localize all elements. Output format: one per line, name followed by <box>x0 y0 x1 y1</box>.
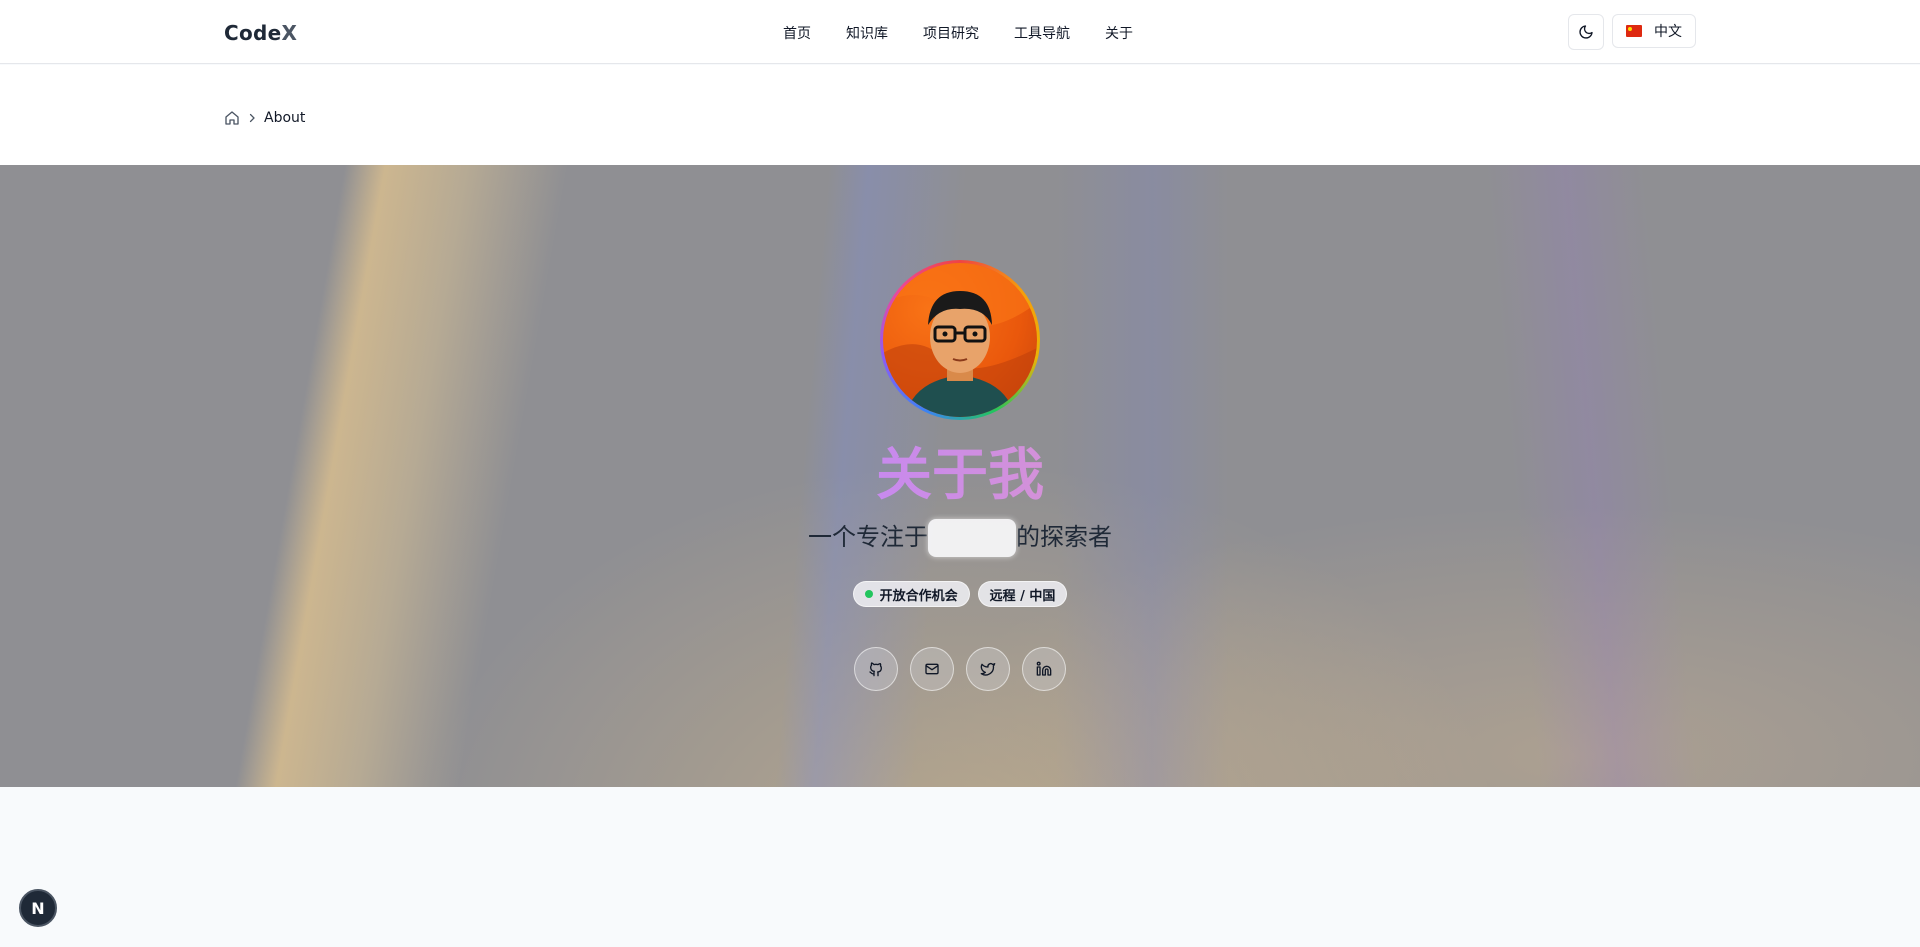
mail-icon <box>925 663 939 675</box>
chevron-right-icon <box>249 113 255 123</box>
nav-item-tools[interactable]: 工具导航 <box>1014 23 1070 43</box>
github-icon <box>869 662 882 677</box>
status-dot-icon <box>864 590 873 598</box>
nav-item-projects[interactable]: 项目研究 <box>923 23 979 43</box>
hero-content: 关于我 一个专注于 的探索者 开放合作机会 远程 / 中国 <box>0 165 1920 787</box>
location-badge: 远程 / 中国 <box>977 581 1068 607</box>
about-hero: 关于我 一个专注于 的探索者 开放合作机会 远程 / 中国 <box>0 165 1920 787</box>
logo-accent: X <box>281 21 298 45</box>
location-label: 远程 / 中国 <box>989 588 1056 604</box>
moon-icon <box>1579 25 1593 39</box>
linkedin-icon <box>1036 661 1052 676</box>
social-links <box>0 647 1920 691</box>
top-navbar: CodeX 首页 知识库 项目研究 工具导航 关于 中文 <box>0 0 1920 64</box>
avatar-ring <box>880 260 1040 420</box>
availability-label: 开放合作机会 <box>879 588 958 604</box>
linkedin-button[interactable] <box>1022 647 1066 691</box>
breadcrumb-current: About <box>264 110 306 126</box>
github-button[interactable] <box>854 647 898 691</box>
breadcrumb: About <box>224 110 305 126</box>
subtitle-end: 的探索者 <box>1016 523 1112 551</box>
theme-toggle-button[interactable] <box>1568 14 1604 50</box>
dev-tools-button[interactable]: N <box>19 889 57 927</box>
nav-item-about[interactable]: 关于 <box>1105 23 1133 43</box>
nav-item-home[interactable]: 首页 <box>783 23 811 43</box>
redacted-keyword <box>928 519 1016 557</box>
availability-badge: 开放合作机会 <box>852 581 970 607</box>
china-flag-icon <box>1626 25 1642 37</box>
logo-text: Code <box>224 21 282 45</box>
breadcrumb-bar: About <box>0 65 1920 165</box>
language-label: 中文 <box>1654 24 1682 40</box>
email-button[interactable] <box>910 647 954 691</box>
page-title: 关于我 <box>0 443 1920 509</box>
main-nav: 首页 知识库 项目研究 工具导航 关于 <box>783 23 1133 43</box>
nav-item-knowledge[interactable]: 知识库 <box>846 23 888 43</box>
content-area <box>0 787 1920 947</box>
status-badges: 开放合作机会 远程 / 中国 <box>0 581 1920 607</box>
twitter-button[interactable] <box>966 647 1010 691</box>
subtitle-start: 一个专注于 <box>808 523 928 551</box>
avatar <box>883 263 1037 417</box>
twitter-icon <box>980 663 996 676</box>
language-switch-button[interactable]: 中文 <box>1612 14 1696 48</box>
site-logo[interactable]: CodeX <box>224 21 297 45</box>
home-icon[interactable] <box>224 110 240 126</box>
avatar-illustration <box>883 263 1037 417</box>
